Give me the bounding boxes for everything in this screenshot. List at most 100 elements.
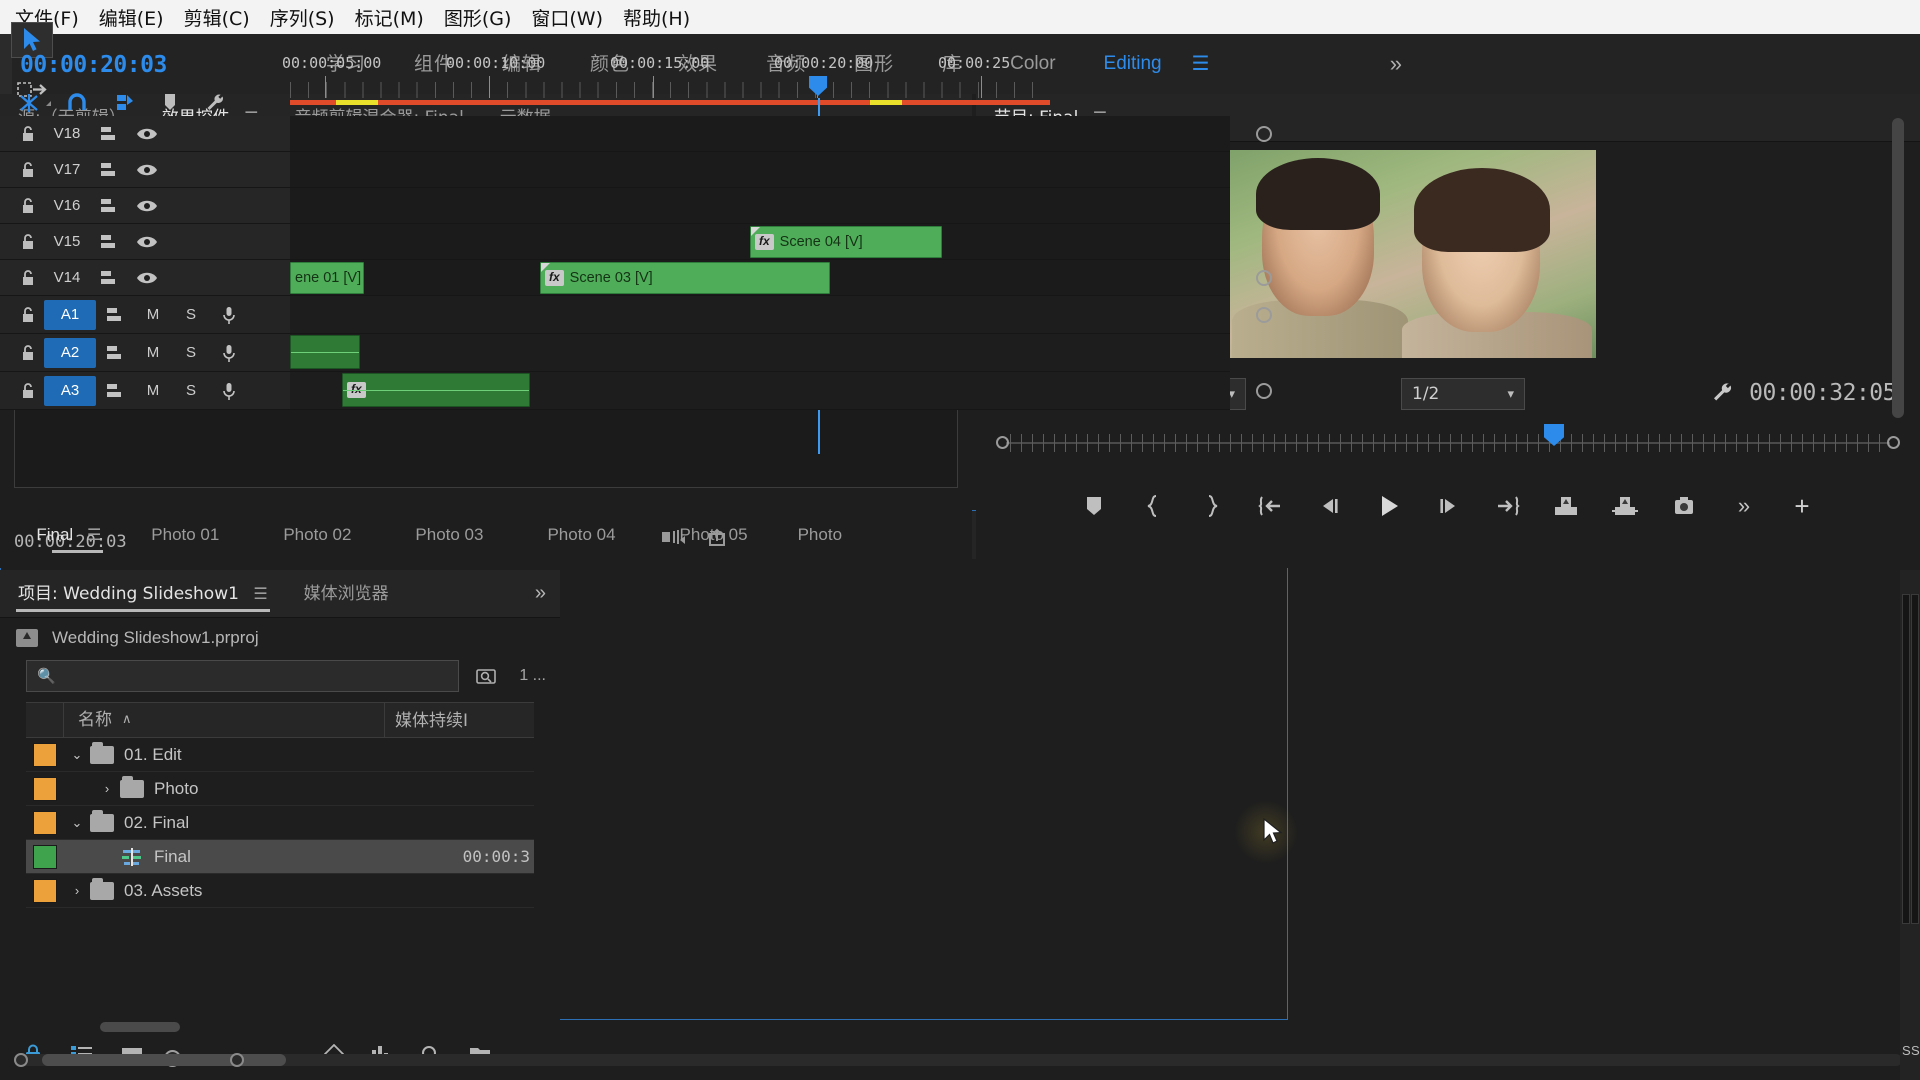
track-header-v18[interactable]: V18 — [0, 116, 290, 152]
timeline-zoom-handle-left[interactable] — [14, 1053, 28, 1067]
timeline-horizontal-scrollbar-thumb[interactable] — [42, 1054, 286, 1066]
marker-icon[interactable] — [162, 92, 178, 119]
microphone-icon[interactable] — [210, 305, 248, 325]
microphone-icon[interactable] — [210, 343, 248, 363]
track-targeting-icon[interactable] — [90, 197, 128, 215]
scrubbar-start-handle[interactable] — [996, 436, 1009, 449]
timeline-settings-wrench-icon[interactable] — [204, 92, 226, 119]
lane-v15[interactable]: fx Scene 04 [V] — [290, 224, 1230, 260]
timeline-horizontal-scrollbar-track[interactable] — [14, 1053, 1902, 1067]
timeline-vertical-scrollbar[interactable] — [1892, 118, 1904, 418]
disclosure-triangle-icon[interactable]: ⌄ — [64, 815, 90, 831]
lane-a2[interactable] — [290, 334, 1230, 372]
clip-audio-a2[interactable] — [290, 335, 360, 369]
solo-button[interactable]: S — [172, 306, 210, 323]
tab-photo-02[interactable]: Photo 02 — [251, 511, 383, 559]
button-editor-icon[interactable]: » — [1729, 492, 1757, 520]
add-marker-icon[interactable] — [1080, 492, 1108, 520]
program-scrubbar[interactable] — [996, 424, 1900, 456]
tab-media-browser[interactable]: 媒体浏览器 — [286, 570, 407, 618]
scrubbar-end-handle[interactable] — [1887, 436, 1900, 449]
timeline-menu-icon[interactable]: ☰ — [87, 527, 101, 544]
tab-photo-04[interactable]: Photo 04 — [515, 511, 647, 559]
eye-icon[interactable] — [128, 270, 166, 286]
track-header-a2[interactable]: A2 M S — [0, 334, 290, 372]
timeline-playhead-timecode[interactable]: 00:00:20:03 — [20, 52, 167, 78]
track-name[interactable]: A2 — [44, 337, 96, 368]
go-to-in-icon[interactable] — [1257, 492, 1285, 520]
track-name[interactable]: V15 — [44, 233, 90, 250]
play-stop-icon[interactable] — [1375, 492, 1403, 520]
workspace-tab-editing[interactable]: Editing — [1080, 34, 1186, 94]
lock-icon[interactable] — [12, 125, 44, 143]
clip-corner-handle[interactable] — [541, 263, 550, 272]
meter-solo-left-label[interactable]: S — [1902, 1043, 1911, 1058]
lane-a1[interactable] — [290, 296, 1272, 334]
track-header-v17[interactable]: V17 — [0, 152, 290, 188]
wrench-icon[interactable] — [1710, 380, 1734, 410]
lift-icon[interactable] — [1552, 492, 1580, 520]
table-row[interactable]: › Photo — [26, 772, 534, 806]
workspace-overflow-icon[interactable]: » — [1390, 34, 1402, 94]
tree-header-duration-col[interactable]: 媒体持续I — [384, 703, 534, 737]
lane-v18[interactable] — [290, 116, 1272, 152]
program-video-preview[interactable] — [1226, 150, 1596, 358]
track-targeting-icon[interactable] — [90, 125, 128, 143]
mute-button[interactable]: M — [134, 382, 172, 399]
track-targeting-icon[interactable] — [90, 161, 128, 179]
lock-icon[interactable] — [12, 161, 44, 179]
go-to-out-icon[interactable] — [1493, 492, 1521, 520]
menu-marker[interactable]: 标记(M) — [346, 1, 433, 34]
project-horizontal-scrollbar[interactable] — [100, 1022, 180, 1032]
track-name[interactable]: V17 — [44, 161, 90, 178]
lane-v14[interactable]: ene 01 [V] fx Scene 03 [V] — [290, 260, 1272, 296]
tab-photo-06[interactable]: Photo — [780, 511, 860, 559]
extract-icon[interactable] — [1611, 492, 1639, 520]
tree-header-name-col[interactable]: 名称 ∧ — [64, 703, 384, 737]
track-header-v16[interactable]: V16 — [0, 188, 290, 224]
add-button-icon[interactable]: + — [1788, 491, 1816, 521]
solo-button[interactable]: S — [172, 344, 210, 361]
table-row-selected[interactable]: Final 00:00:3 — [26, 840, 534, 874]
track-targeting-icon[interactable] — [96, 344, 134, 362]
clip-scene-01[interactable]: ene 01 [V] — [290, 262, 364, 294]
tab-project-wedding-slideshow1[interactable]: 项目: Wedding Slideshow1 ☰ — [0, 570, 286, 618]
table-row[interactable]: › 03. Assets — [26, 874, 534, 908]
lock-icon[interactable] — [12, 269, 44, 287]
lane-v17[interactable] — [290, 152, 1230, 188]
tab-sequence-final[interactable]: Final ☰ — [36, 511, 119, 559]
search-input[interactable] — [63, 667, 449, 685]
lane-a3[interactable]: fx — [290, 372, 1272, 410]
search-input-wrapper[interactable]: 🔍 — [26, 660, 460, 692]
lock-icon[interactable] — [12, 306, 44, 324]
mute-button[interactable]: M — [134, 344, 172, 361]
magnet-icon[interactable] — [66, 92, 88, 119]
menu-edit[interactable]: 编辑(E) — [90, 1, 173, 34]
menu-graphics[interactable]: 图形(G) — [435, 1, 521, 34]
menu-help[interactable]: 帮助(H) — [614, 1, 699, 34]
mute-button[interactable]: M — [134, 306, 172, 323]
microphone-icon[interactable] — [210, 381, 248, 401]
track-name[interactable]: V14 — [44, 269, 90, 286]
lane-v16[interactable] — [290, 188, 1230, 224]
track-name[interactable]: V16 — [44, 197, 90, 214]
track-targeting-icon[interactable] — [90, 269, 128, 287]
track-targeting-icon[interactable] — [90, 233, 128, 251]
lock-icon[interactable] — [12, 344, 44, 362]
step-back-icon[interactable] — [1316, 492, 1344, 520]
eye-icon[interactable] — [128, 198, 166, 214]
track-header-a1[interactable]: A1 M S — [0, 296, 290, 334]
clip-corner-handle[interactable] — [751, 227, 760, 236]
tab-photo-01[interactable]: Photo 01 — [119, 511, 251, 559]
lane-keyframe-knob-v14[interactable] — [1256, 270, 1272, 286]
solo-button[interactable]: S — [172, 382, 210, 399]
timeline-zoom-handle-right[interactable] — [230, 1053, 244, 1067]
tab-photo-05[interactable]: Photo 05 — [648, 511, 780, 559]
tab-photo-03[interactable]: Photo 03 — [383, 511, 515, 559]
disclosure-triangle-icon[interactable]: › — [64, 883, 90, 898]
disclosure-triangle-icon[interactable]: ⌄ — [64, 747, 90, 763]
track-name[interactable]: A3 — [44, 375, 96, 406]
eye-icon[interactable] — [128, 234, 166, 250]
clip-scene-04[interactable]: fx Scene 04 [V] — [750, 226, 942, 258]
find-in-project-icon[interactable] — [469, 661, 505, 691]
